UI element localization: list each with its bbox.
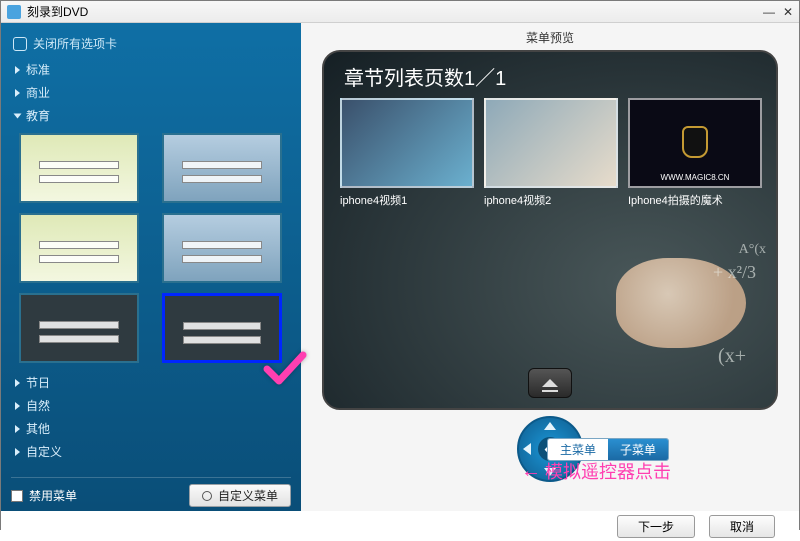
- annotation: ← 模拟遥控器点击: [521, 458, 671, 484]
- chapter-caption: iphone4视频1: [340, 192, 474, 208]
- tab-sub-menu[interactable]: 子菜单: [608, 439, 668, 460]
- template-thumb[interactable]: [162, 133, 282, 203]
- sidebar-item-other[interactable]: 其他: [11, 417, 291, 440]
- chapter-thumb[interactable]: iphone4视频1: [340, 98, 474, 208]
- template-grid: [19, 133, 291, 363]
- template-thumb[interactable]: [162, 213, 282, 283]
- template-thumb[interactable]: [19, 213, 139, 283]
- chapter-caption: Iphone4拍摄的魔术: [628, 192, 762, 208]
- sidebar-item-label: 自然: [26, 397, 50, 414]
- sidebar-item-label: 商业: [26, 84, 50, 101]
- chevron-right-icon: [15, 66, 20, 74]
- chevron-right-icon: [15, 402, 20, 410]
- chapter-thumb[interactable]: iphone4视频2: [484, 98, 618, 208]
- title-bar: 刻录到DVD — ✕: [1, 1, 799, 23]
- gear-icon: [202, 491, 212, 501]
- chevron-right-icon: [15, 448, 20, 456]
- cancel-button[interactable]: 取消: [709, 515, 775, 538]
- custom-menu-label: 自定义菜单: [218, 487, 278, 504]
- tab-main-menu[interactable]: 主菜单: [548, 439, 608, 460]
- menu-preview: A°(x + x²/3 (x+ 章节列表页数1／1 iphone4视频1 iph…: [322, 50, 778, 410]
- sidebar-item-label: 教育: [26, 107, 50, 124]
- dpad-up[interactable]: [544, 422, 556, 430]
- minimize-button[interactable]: —: [763, 5, 775, 19]
- sidebar-item-business[interactable]: 商业: [11, 81, 291, 104]
- checkmark-icon: [263, 351, 303, 387]
- sidebar-item-education[interactable]: 教育: [11, 104, 291, 127]
- app-icon: [7, 5, 21, 19]
- chalk-text: A°(x: [739, 242, 766, 258]
- sidebar-item-label: 其他: [26, 420, 50, 437]
- chalk-text: + x²/3: [713, 262, 756, 283]
- next-button[interactable]: 下一步: [617, 515, 695, 538]
- footer-bar: 下一步 取消: [1, 511, 799, 541]
- chapter-heading: 章节列表页数1／1: [344, 62, 506, 91]
- remote-area: ↵ 主菜单 子菜单 ← 模拟遥控器点击: [311, 416, 789, 482]
- window-title: 刻录到DVD: [27, 3, 88, 20]
- sidebar-item-standard[interactable]: 标准: [11, 58, 291, 81]
- sidebar-item-label: 节日: [26, 374, 50, 391]
- template-thumb[interactable]: [19, 293, 139, 363]
- sidebar-item-holiday[interactable]: 节日: [11, 371, 291, 394]
- preview-title: 菜单预览: [526, 29, 574, 46]
- disable-menu-checkbox[interactable]: 禁用菜单: [11, 484, 77, 507]
- chalk-text: (x+: [718, 345, 746, 368]
- collapse-icon: [13, 37, 27, 51]
- sidebar-item-nature[interactable]: 自然: [11, 394, 291, 417]
- chevron-right-icon: [15, 425, 20, 433]
- close-button[interactable]: ✕: [783, 5, 793, 19]
- chapter-thumb[interactable]: WWW.MAGIC8.CN Iphone4拍摄的魔术: [628, 98, 762, 208]
- chapter-caption: iphone4视频2: [484, 192, 618, 208]
- sidebar-item-custom[interactable]: 自定义: [11, 440, 291, 463]
- custom-menu-button[interactable]: 自定义菜单: [189, 484, 291, 507]
- arrow-icon: ←: [521, 460, 541, 483]
- sidebar-item-label: 标准: [26, 61, 50, 78]
- sidebar: 关闭所有选项卡 标准 商业 教育 节日 自然 其他 自定义 禁用菜单: [1, 23, 301, 511]
- preview-panel: 菜单预览 A°(x + x²/3 (x+ 章节列表页数1／1 iphone4视频…: [301, 23, 799, 511]
- disable-menu-label: 禁用菜单: [29, 487, 77, 504]
- sidebar-item-label: 自定义: [26, 443, 62, 460]
- close-all-tabs[interactable]: 关闭所有选项卡: [13, 35, 289, 52]
- chevron-down-icon: [14, 113, 22, 118]
- chevron-right-icon: [15, 379, 20, 387]
- template-thumb[interactable]: [19, 133, 139, 203]
- close-all-label: 关闭所有选项卡: [33, 35, 117, 52]
- eject-icon: [542, 379, 558, 387]
- chevron-right-icon: [15, 89, 20, 97]
- chapter-url: WWW.MAGIC8.CN: [630, 173, 760, 182]
- dpad-left[interactable]: [523, 443, 531, 455]
- annotation-text: 模拟遥控器点击: [545, 458, 671, 484]
- eject-button[interactable]: [528, 368, 572, 398]
- checkbox-icon: [11, 490, 23, 502]
